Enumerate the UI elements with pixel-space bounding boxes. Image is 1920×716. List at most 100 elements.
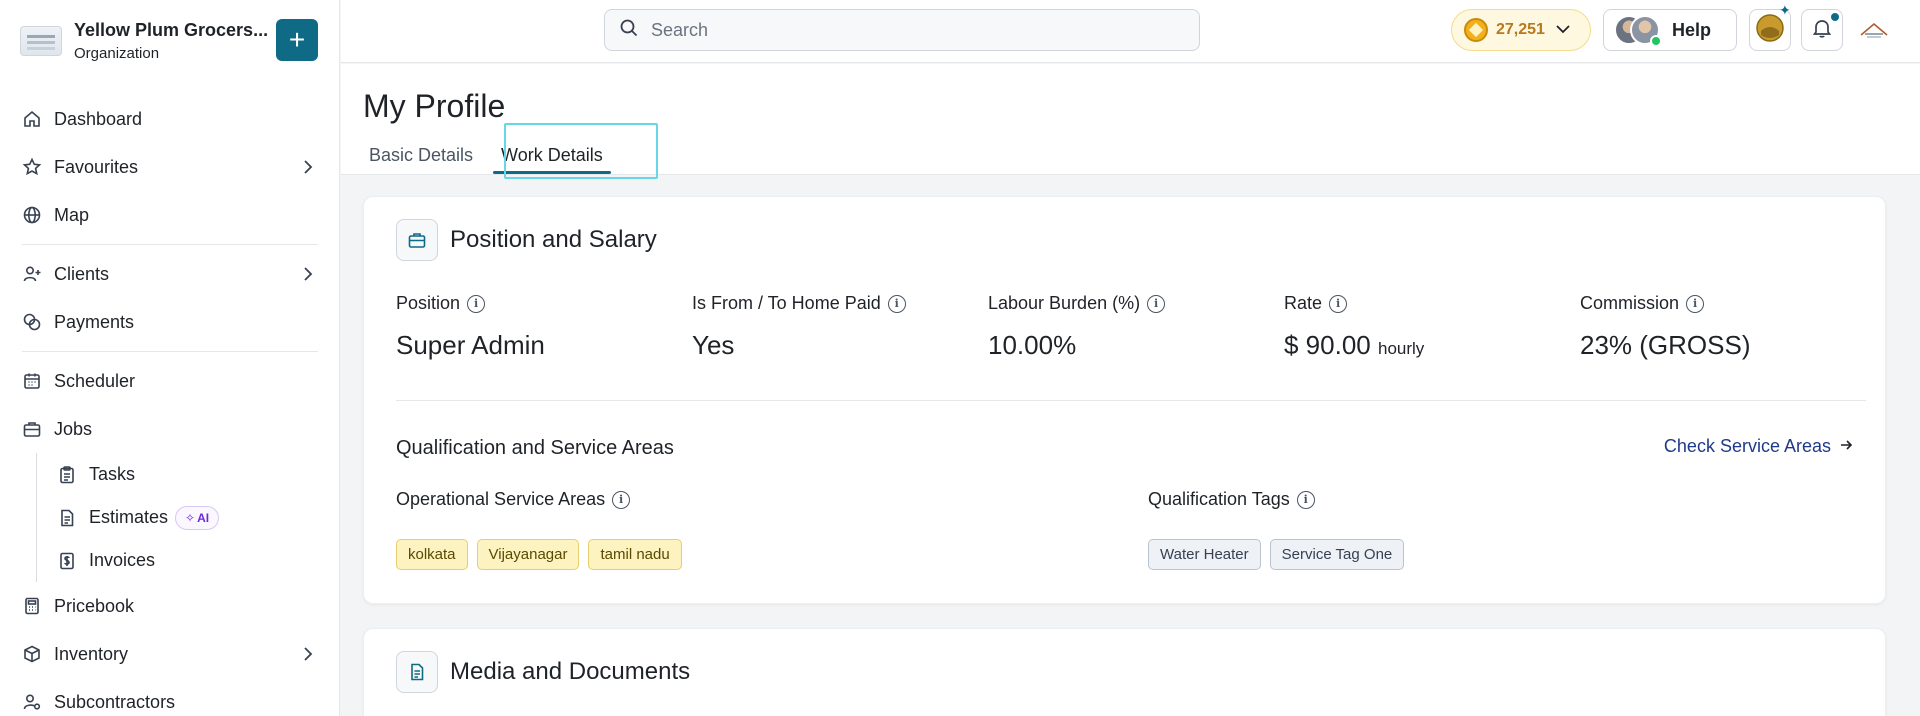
stat-value: Yes: [692, 330, 735, 360]
home-icon: [22, 109, 42, 129]
info-icon[interactable]: i: [612, 490, 631, 509]
service-area-tag: tamil nadu: [588, 539, 682, 570]
sidebar-item-tasks[interactable]: Tasks: [37, 453, 340, 496]
page-title: My Profile: [363, 88, 506, 124]
coins-count: 27,251: [1496, 21, 1545, 38]
sidebar-item-label: Inventory: [54, 643, 129, 664]
sidebar-item-label: Subcontractors: [54, 691, 176, 712]
rate-unit: hourly: [1377, 339, 1425, 358]
topbar: 27,251 Help ✦: [341, 0, 1920, 63]
briefcase-icon: [22, 419, 42, 439]
sidebar-item-label: Map: [54, 204, 90, 225]
sidebar-item-clients[interactable]: Clients: [0, 250, 340, 298]
stat-value: Super Admin: [396, 330, 545, 360]
stat-rate: Rate i $ 90.00 hourly: [1284, 293, 1580, 361]
stat-label: Position i: [396, 293, 692, 314]
sidebar-item-subcontractors[interactable]: Subcontractors: [0, 678, 340, 716]
label-text: Qualification Tags: [1148, 489, 1290, 509]
card-title: Position and Salary: [450, 226, 657, 253]
sidebar-item-payments[interactable]: Payments: [0, 298, 340, 346]
service-areas-label: Operational Service Areas i: [396, 489, 631, 510]
tab-basic-details[interactable]: Basic Details: [355, 142, 487, 175]
stat-value: $ 90.00 hourly: [1284, 330, 1580, 361]
stat-label-text: Labour Burden (%): [988, 293, 1141, 313]
sidebar-item-label: Dashboard: [54, 108, 143, 129]
sidebar-item-label: Tasks: [89, 464, 136, 484]
sidebar-item-label: Estimates: [89, 507, 169, 527]
stat-label: Is From / To Home Paid i: [692, 293, 988, 314]
stat-label-text: Is From / To Home Paid: [692, 293, 881, 313]
rate-amount: $ 90.00: [1284, 330, 1371, 360]
stat-labour-burden: Labour Burden (%) i 10.00%: [988, 293, 1284, 361]
info-icon[interactable]: i: [467, 294, 486, 313]
sidebar-item-dashboard[interactable]: Dashboard: [0, 95, 340, 143]
qualification-section-title: Qualification and Service Areas: [396, 437, 674, 459]
org-name: Yellow Plum Grocers...: [74, 20, 269, 40]
qualification-tags: Water Heater Service Tag One: [1148, 539, 1405, 570]
info-icon[interactable]: i: [1686, 294, 1705, 313]
jobs-submenu: Tasks Estimates ✧ AI Invoices: [36, 453, 340, 582]
link-label: Check Service Areas: [1663, 436, 1831, 456]
service-area-tags: kolkata Vijayanagar tamil nadu: [396, 539, 682, 570]
sidebar-item-map[interactable]: Map: [0, 191, 340, 239]
chevron-down-icon: [1555, 21, 1571, 39]
stat-label-text: Position: [396, 293, 461, 313]
stat-label-text: Commission: [1580, 293, 1680, 313]
sidebar-item-pricebook[interactable]: Pricebook: [0, 582, 340, 630]
ai-badge-label: AI: [197, 510, 210, 525]
sparkle-icon: ✧: [185, 510, 196, 525]
stat-label: Labour Burden (%) i: [988, 293, 1284, 314]
section-divider: [396, 400, 1866, 401]
sidebar-item-label: Clients: [54, 263, 110, 284]
sidebar: Yellow Plum Grocers... Organization + Da…: [0, 0, 340, 716]
add-button[interactable]: +: [276, 19, 318, 61]
info-icon[interactable]: i: [1329, 294, 1348, 313]
document-icon: [396, 651, 438, 693]
coin-icon: [1464, 18, 1488, 42]
sidebar-item-favourites[interactable]: Favourites: [0, 143, 340, 191]
ai-badge: ✧ AI: [175, 505, 220, 530]
calendar-icon: [22, 371, 42, 391]
tab-focus-ring: [504, 123, 658, 179]
info-icon[interactable]: i: [887, 294, 906, 313]
stat-label: Rate i: [1284, 293, 1580, 314]
nav-divider: [22, 351, 318, 352]
label-text: Operational Service Areas: [396, 489, 606, 509]
sidebar-item-invoices[interactable]: Invoices: [37, 539, 340, 582]
qualification-tag: Water Heater: [1148, 539, 1261, 570]
sidebar-item-label: Invoices: [89, 550, 156, 570]
qualification-tags-label: Qualification Tags i: [1148, 489, 1315, 510]
support-avatars: [1614, 15, 1662, 47]
org-switcher[interactable]: Yellow Plum Grocers... Organization +: [20, 16, 330, 66]
sidebar-item-estimates[interactable]: Estimates ✧ AI: [37, 496, 340, 539]
sidebar-item-scheduler[interactable]: Scheduler: [0, 357, 340, 405]
sidebar-item-label: Scheduler: [54, 370, 136, 391]
chevron-right-icon: [302, 265, 314, 288]
card-title: Media and Documents: [450, 658, 691, 685]
stat-label: Commission i: [1580, 293, 1876, 314]
coins-button[interactable]: 27,251: [1451, 9, 1591, 51]
user-avatar[interactable]: [1859, 20, 1889, 40]
help-button[interactable]: Help: [1603, 9, 1737, 51]
stat-value: 23% (GROSS): [1580, 330, 1751, 360]
user-plus-icon: [22, 264, 42, 284]
search-input[interactable]: [651, 19, 1171, 41]
stat-label-text: Rate: [1284, 293, 1323, 313]
service-area-tag: Vijayanagar: [476, 539, 580, 570]
nav-divider: [22, 244, 318, 245]
sidebar-item-inventory[interactable]: Inventory: [0, 630, 340, 678]
info-icon[interactable]: i: [1296, 490, 1315, 509]
user-cog-icon: [22, 692, 42, 712]
info-icon[interactable]: i: [1147, 294, 1166, 313]
clipboard-icon: [57, 465, 77, 485]
stat-commission: Commission i 23% (GROSS): [1580, 293, 1876, 361]
sidebar-item-jobs[interactable]: Jobs: [0, 405, 340, 453]
sidebar-item-label: Jobs: [54, 418, 93, 439]
box-icon: [22, 644, 42, 664]
arrow-right-icon: [1839, 436, 1853, 457]
dollar-icon: [57, 551, 77, 571]
calculator-icon: [22, 596, 42, 616]
search-box[interactable]: [604, 9, 1200, 51]
search-icon: [619, 18, 639, 43]
check-service-areas-link[interactable]: Check Service Areas: [1664, 436, 1853, 457]
